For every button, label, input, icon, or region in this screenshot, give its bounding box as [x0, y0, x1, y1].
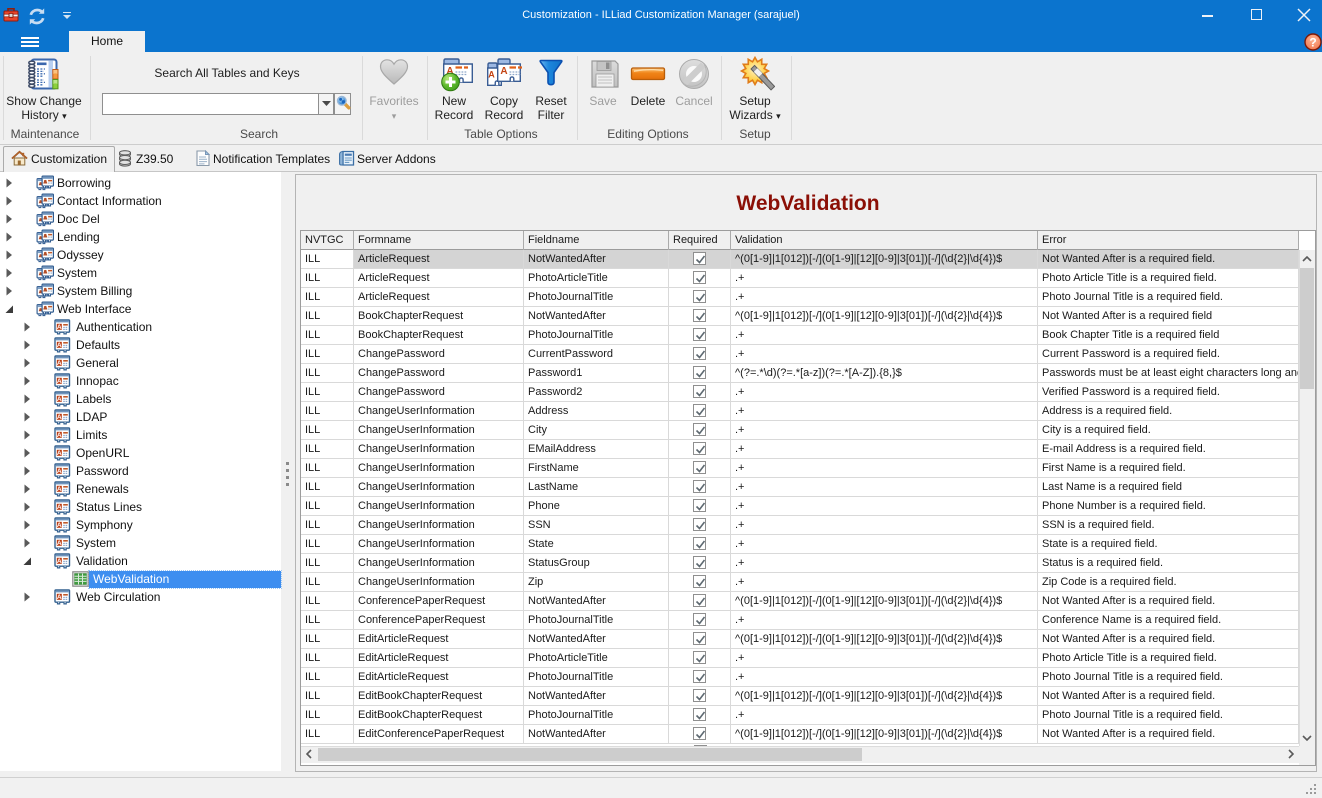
svg-text:?: ?	[1309, 35, 1316, 49]
svg-text:A: A	[57, 378, 62, 385]
svg-text:A: A	[57, 468, 62, 475]
svg-text:A: A	[57, 324, 62, 331]
svg-text:A: A	[57, 522, 62, 529]
svg-text:A: A	[57, 432, 62, 439]
svg-text:A: A	[57, 360, 62, 367]
svg-text:A: A	[57, 342, 62, 349]
svg-text:A: A	[57, 450, 62, 457]
svg-text:A: A	[57, 594, 62, 601]
svg-text:A: A	[488, 70, 495, 80]
svg-text:A: A	[57, 396, 62, 403]
svg-text:A: A	[57, 486, 62, 493]
svg-text:A: A	[57, 504, 62, 511]
svg-text:A: A	[57, 540, 62, 547]
svg-text:A: A	[57, 558, 62, 565]
svg-text:A: A	[57, 414, 62, 421]
svg-text:A: A	[500, 66, 507, 77]
